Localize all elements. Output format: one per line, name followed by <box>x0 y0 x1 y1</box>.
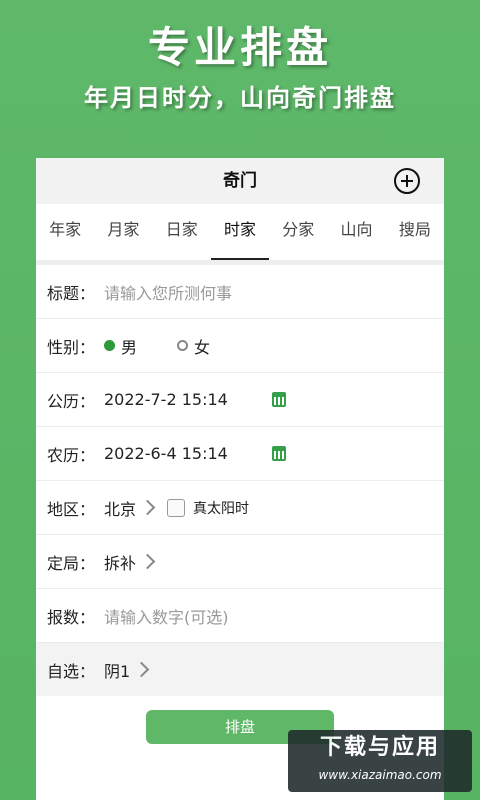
gender-female-radio[interactable]: 女 <box>177 334 210 358</box>
region-label: 地区： <box>47 499 96 519</box>
top-bar: 奇门 <box>36 158 444 204</box>
radio-checked-icon <box>104 340 115 351</box>
promo-title: 专业排盘 <box>147 23 332 72</box>
region-row: 地区： 北京 真太阳时 <box>36 481 444 535</box>
solar-date-value[interactable]: 2022-7-2 15:14 <box>104 390 228 409</box>
calendar-icon[interactable] <box>271 392 286 407</box>
region-value[interactable]: 北京 <box>104 496 136 520</box>
tab-shanxiang[interactable]: 山向 <box>327 204 385 260</box>
page-title: 奇门 <box>223 171 257 191</box>
watermark-title: 下载与应用 <box>319 735 440 760</box>
gender-female-label: 女 <box>194 337 211 357</box>
dingju-label: 定局： <box>47 553 96 573</box>
baoshu-input[interactable]: 请输入数字(可选) <box>104 604 229 628</box>
title-row: 标题： 请输入您所测何事 <box>36 265 444 319</box>
solar-date-row[interactable]: 公历： 2022-7-2 15:14 <box>36 373 444 427</box>
promo-subtitle: 年月日时分，山向奇门排盘 <box>84 84 396 112</box>
tab-day[interactable]: 日家 <box>153 204 211 260</box>
baoshu-row: 报数： 请输入数字(可选) <box>36 589 444 643</box>
lunar-label: 农历： <box>47 445 96 465</box>
lunar-date-value[interactable]: 2022-6-4 15:14 <box>104 444 228 463</box>
app-screen: 奇门 年家 月家 日家 时家 分家 山向 搜局 标题： 请输入您所测何事 性别：… <box>36 158 444 800</box>
true-solar-time-checkbox[interactable] <box>167 498 186 517</box>
calendar-icon[interactable] <box>271 446 286 461</box>
gender-row: 性别： 男 女 <box>36 319 444 373</box>
gender-label: 性别： <box>47 337 96 357</box>
tab-minute[interactable]: 分家 <box>269 204 327 260</box>
tab-bar: 年家 月家 日家 时家 分家 山向 搜局 <box>36 204 444 265</box>
gender-male-radio[interactable]: 男 <box>104 334 137 358</box>
lunar-date-row[interactable]: 农历： 2022-6-4 15:14 <box>36 427 444 481</box>
chevron-right-icon[interactable] <box>133 661 150 678</box>
tab-hour[interactable]: 时家 <box>210 204 270 260</box>
gender-male-label: 男 <box>121 337 138 357</box>
plus-circle-icon[interactable] <box>394 168 420 194</box>
radio-unchecked-icon <box>177 340 189 351</box>
watermark-url: www.xiazaimao.com <box>318 768 442 782</box>
dingju-value[interactable]: 拆补 <box>104 550 136 574</box>
chevron-right-icon[interactable] <box>139 499 156 516</box>
title-label: 标题： <box>47 283 96 303</box>
dingju-row: 定局： 拆补 <box>36 535 444 589</box>
true-solar-time-label: 真太阳时 <box>193 500 250 517</box>
tab-month[interactable]: 月家 <box>94 204 152 260</box>
tab-year[interactable]: 年家 <box>36 204 94 260</box>
zixuan-value[interactable]: 阴1 <box>104 658 130 682</box>
chevron-right-icon[interactable] <box>139 553 156 570</box>
title-input[interactable]: 请输入您所测何事 <box>104 280 232 304</box>
tab-search[interactable]: 搜局 <box>386 204 444 260</box>
zixuan-label: 自选： <box>47 661 96 681</box>
solar-label: 公历： <box>47 391 96 411</box>
zixuan-row: 自选： 阴1 <box>36 643 444 696</box>
site-watermark: 下载与应用 www.xiazaimao.com <box>288 730 472 792</box>
baoshu-label: 报数： <box>47 607 96 627</box>
